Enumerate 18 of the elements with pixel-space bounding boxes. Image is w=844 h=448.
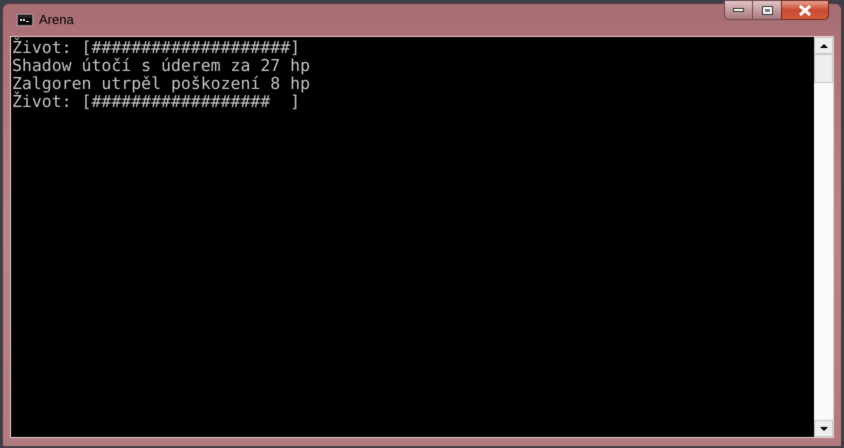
maximize-icon bbox=[762, 6, 772, 14]
maximize-button[interactable] bbox=[753, 0, 781, 20]
minimize-icon bbox=[733, 8, 744, 12]
console-line: Život: [####################] bbox=[12, 39, 300, 57]
up-arrow-icon bbox=[820, 44, 828, 48]
scroll-thumb[interactable] bbox=[814, 54, 833, 83]
scrollbar[interactable] bbox=[814, 37, 833, 437]
close-button[interactable] bbox=[781, 0, 829, 20]
console-icon bbox=[17, 14, 33, 26]
minimize-button[interactable] bbox=[724, 0, 753, 20]
window-title: Arena bbox=[39, 11, 74, 30]
scroll-up-button[interactable] bbox=[814, 37, 833, 54]
console-line: Shadow útočí s úderem za 27 hp bbox=[12, 57, 310, 75]
down-arrow-icon bbox=[820, 426, 828, 430]
console-line: Život: [################## ] bbox=[12, 93, 300, 111]
console-line: Zalgoren utrpěl poškození 8 hp bbox=[12, 75, 310, 93]
close-icon bbox=[798, 4, 812, 16]
scroll-down-button[interactable] bbox=[814, 420, 833, 437]
